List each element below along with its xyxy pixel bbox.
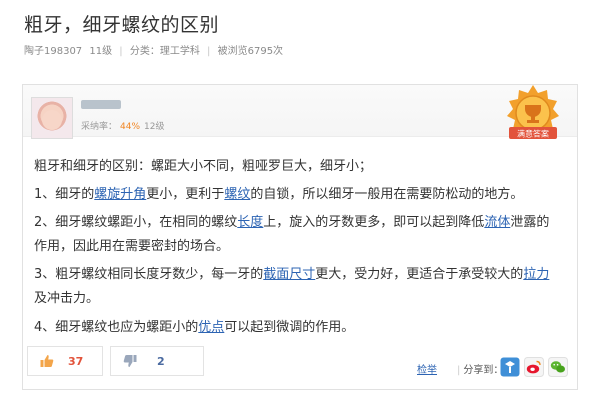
keyword-link[interactable]: 拉力 xyxy=(523,267,549,282)
share-label-group: | 分享到： xyxy=(454,361,503,376)
answer-text: 3、粗牙螺纹相同长度牙数少，每一牙的 xyxy=(34,267,264,282)
share-divider: | xyxy=(457,365,461,376)
keyword-link[interactable]: 螺纹 xyxy=(224,187,250,202)
answer-text: 更大，受力好，更适合于承受较大的 xyxy=(315,267,524,282)
adopt-rate: 44% xyxy=(120,122,141,132)
adopt-info: 采纳率： 44% 12级 xyxy=(81,119,164,132)
answer-text: 上，旋入的牙数更多，即可以起到降低 xyxy=(263,215,485,230)
avatar[interactable] xyxy=(31,97,73,139)
question-title: 粗牙，细牙螺纹的区别 xyxy=(24,14,220,36)
share-label: 分享到： xyxy=(463,365,504,376)
weibo-icon[interactable] xyxy=(524,357,544,377)
answer-line: 及冲击力。 xyxy=(34,287,99,306)
username-redacted[interactable] xyxy=(81,100,121,109)
asker-link[interactable]: 陶子198307 xyxy=(24,46,82,57)
meta-divider: | xyxy=(207,46,211,57)
asker-level: 11级 xyxy=(89,46,113,57)
answer-line: 3、粗牙螺纹相同长度牙数少，每一牙的截面尺寸更大，受力好，更适合于承受较大的拉力 xyxy=(34,263,549,282)
wechat-icon[interactable] xyxy=(548,357,568,377)
keyword-link[interactable]: 截面尺寸 xyxy=(263,267,315,282)
question-header: 粗牙，细牙螺纹的区别 陶子198307 11级 | 分类：理工学科 | 被浏览6… xyxy=(0,0,600,72)
answer-text: 更小，更利于 xyxy=(146,187,225,202)
keyword-link[interactable]: 流体 xyxy=(484,215,510,230)
report-link[interactable]: 检举 xyxy=(417,361,437,376)
view-count: 被浏览6795次 xyxy=(217,46,284,57)
answer-text: 及冲击力。 xyxy=(34,291,100,306)
answer-text: 可以起到微调的作用。 xyxy=(224,320,355,335)
answer-line: 4、细牙螺纹也应为螺距小的优点可以起到微调的作用。 xyxy=(34,316,354,335)
answer-line: 2、细牙螺纹螺距小，在相同的螺纹长度上，旋入的牙数更多，即可以起到降低流体泄露的 xyxy=(34,211,549,230)
answer-text: 的自锁，所以细牙一般用在需要防松动的地方。 xyxy=(250,187,524,202)
answer-line: 作用，因此用在需要密封的场合。 xyxy=(34,235,229,254)
answer-line: 粗牙和细牙的区别：螺距大小不同，粗哑罗巨大，细牙小； xyxy=(34,155,372,174)
keyword-link[interactable]: 优点 xyxy=(198,320,224,335)
share-t-icon[interactable] xyxy=(500,357,520,377)
answer-text: 2、细牙螺纹螺距小，在相同的螺纹 xyxy=(34,215,238,230)
meta-divider: | xyxy=(119,46,123,57)
upvote-count: 37 xyxy=(68,355,84,368)
report-label: 检举 xyxy=(417,365,437,376)
answer-text: 粗牙和细牙的区别：螺距大小不同，粗哑罗巨大，细牙小； xyxy=(34,159,373,174)
thumb-down-icon xyxy=(123,355,137,367)
category-label: 分类： xyxy=(129,46,160,57)
thumb-up-icon xyxy=(40,355,54,367)
upvote-button[interactable]: 37 xyxy=(27,346,103,376)
answer-author-bar: 采纳率： 44% 12级 满意答案 xyxy=(23,85,577,139)
downvote-button[interactable]: 2 xyxy=(110,346,204,376)
answer-line: 1、细牙的螺旋升角更小，更利于螺纹的自锁，所以细牙一般用在需要防松动的地方。 xyxy=(34,183,523,202)
adopt-label: 采纳率： xyxy=(81,122,118,132)
keyword-link[interactable]: 长度 xyxy=(237,215,263,230)
answer-text: 1、细牙的 xyxy=(34,187,95,202)
keyword-link[interactable]: 螺旋升角 xyxy=(94,187,146,202)
answerer-level: 12级 xyxy=(144,122,165,132)
answer-text: 作用，因此用在需要密封的场合。 xyxy=(34,239,230,254)
answer-text: 4、细牙螺纹也应为螺距小的 xyxy=(34,320,199,335)
medal-icon: 满意答案 xyxy=(507,85,559,139)
question-meta: 陶子198307 11级 | 分类：理工学科 | 被浏览6795次 xyxy=(24,42,283,57)
answer-card: 采纳率： 44% 12级 满意答案 粗牙和细牙的区别：螺距大小不同，粗哑罗巨大，细牙… xyxy=(22,84,578,390)
answer-text: 泄露的 xyxy=(510,215,550,230)
badge-text: 满意答案 xyxy=(517,129,549,139)
category-link[interactable]: 理工学科 xyxy=(160,46,200,57)
downvote-count: 2 xyxy=(157,355,165,368)
